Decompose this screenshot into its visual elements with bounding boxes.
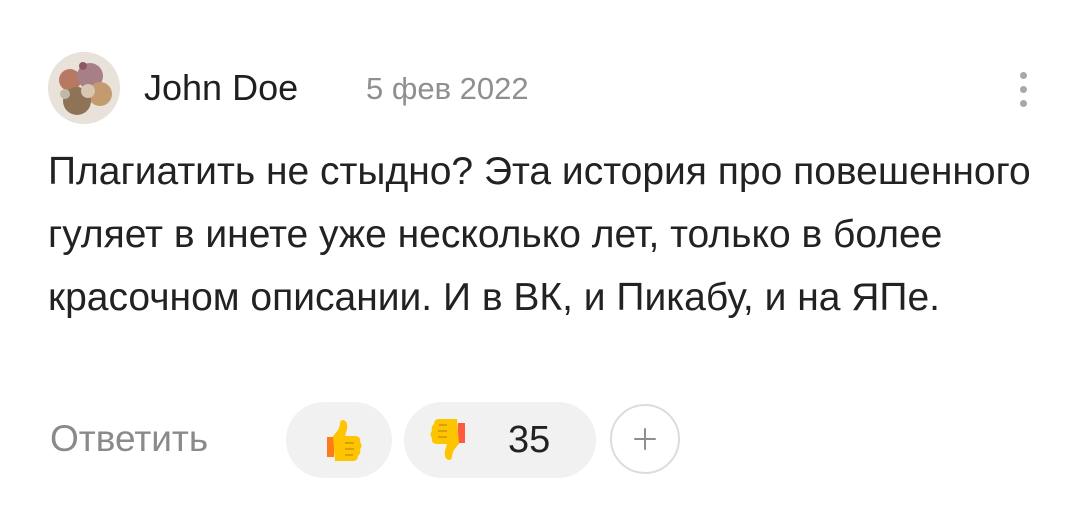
thumbs-down-icon [430,419,465,460]
avatar[interactable] [48,52,120,124]
comment-header: John Doe 5 фев 2022 [48,52,1032,124]
dislike-button[interactable]: 35 [404,402,596,478]
comment-actions: Ответить 35 [48,396,748,486]
avatar-image [48,52,120,124]
like-button[interactable] [286,402,392,478]
more-options-icon[interactable] [1008,66,1040,112]
thumbs-up-icon [327,420,362,461]
comment-text: Плагиатить не стыдно? Эта история про по… [48,150,1031,319]
dislike-count: 35 [508,419,551,461]
plus-icon[interactable] [610,404,680,474]
reply-button[interactable]: Ответить [50,416,208,462]
comment-date: 5 фев 2022 [366,71,529,106]
comment-card: John Doe 5 фев 2022 Плагиатить не стыдно… [0,0,1080,517]
author-name[interactable]: John Doe [144,66,298,110]
